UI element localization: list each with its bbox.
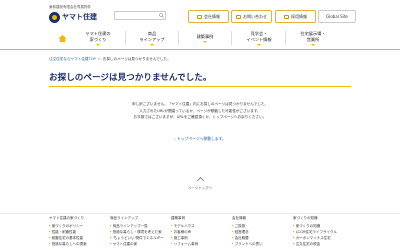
search-icon[interactable] — [159, 13, 164, 18]
logo-text: ヤマト住建 — [62, 13, 97, 21]
error-message: 申し訳ございません。「ヤマト住建」内にお探しのページは見つかりませんでした。 入… — [49, 101, 351, 121]
error-line: お手数ではございますが、URLをご確認頂くか、トップページへお戻りください。 — [133, 115, 267, 119]
nav-divider — [125, 31, 126, 45]
nav-item-events[interactable]: 見学会・ イベント情報 — [238, 31, 280, 46]
footer-column: 会社情報 ご挨拶 経営理念 会社概要 ブランドへの思い — [232, 216, 290, 248]
nav-item-line1: 商品 — [147, 31, 157, 36]
breadcrumb: 注文住宅ならヤマト住建TOP > お探しのページは見つかりませんでした。 — [49, 57, 171, 62]
nav-item-cases[interactable]: 建築事例 — [185, 34, 225, 48]
nav-item-line2: ラインアップ — [139, 37, 165, 42]
logo-mark-icon — [49, 12, 60, 23]
caret-down-icon — [96, 44, 100, 46]
footer-column: 建築事例 モデルハウス お客様の声 施工事例 リフォーム事例 — [171, 216, 229, 248]
breadcrumb-separator: > — [97, 57, 101, 61]
nav-item-showrooms[interactable]: 住宅展示場・ 営業所 — [291, 31, 335, 46]
company-info-button[interactable]: 会社情報 — [188, 10, 229, 23]
global-site-label: Global Site — [326, 14, 348, 19]
footer-link[interactable]: ヤマト住建の家 — [110, 241, 168, 247]
company-info-label: 会社情報 — [204, 14, 220, 19]
nav-item-line2: 家づくり — [89, 37, 107, 42]
recruit-label: 採用情報 — [291, 14, 307, 19]
page-title: お探しのページは見つかりませんでした。 — [49, 73, 212, 83]
nav-item-house-building[interactable]: ヤマト住建の 家づくり — [78, 31, 118, 46]
nav-item-line1: 建築事例 — [196, 34, 214, 39]
caret-down-icon — [257, 44, 261, 46]
arrow-up-icon — [196, 176, 204, 185]
person-icon — [284, 15, 289, 19]
breadcrumb-current: お探しのページは見つかりませんでした。 — [102, 57, 171, 61]
mail-icon — [236, 15, 241, 19]
footer-link[interactable]: 注文住宅の税金 — [293, 241, 351, 247]
footer-column: ヤマト住建の家づくり 家づくりのポリシー 性能・耐震性能 耐震住宅の基本性能 快… — [49, 216, 107, 248]
caret-down-icon — [203, 41, 207, 43]
page: 東和建設有限会社専属物件 ヤマト住建 会社情報 お問い合わせ 採用情報 Glob… — [0, 0, 400, 250]
nav-item-lineup[interactable]: 商品 ラインアップ — [132, 31, 172, 46]
footer-column: 家づくりの知識 家づくりの知識 LCCM住宅ライフサイクル カーボンマイナス住宅… — [293, 216, 351, 248]
recruit-button[interactable]: 採用情報 — [275, 10, 316, 23]
nav-item-line1: ヤマト住建の — [85, 31, 111, 36]
footer-heading[interactable]: ヤマト住建の家づくり — [49, 216, 107, 222]
search-input[interactable] — [114, 11, 166, 20]
footer-heading[interactable]: 建築事例 — [171, 216, 229, 222]
contact-label: お問い合わせ — [243, 14, 267, 19]
footer-heading[interactable]: 商品ラインアップ — [110, 216, 168, 222]
chevron-right-icon: › — [174, 136, 176, 141]
caret-down-icon — [311, 44, 315, 46]
header: 東和建設有限会社専属物件 ヤマト住建 会社情報 お問い合わせ 採用情報 Glob… — [0, 0, 400, 27]
top-page-link-label: トップページへ移動します。 — [176, 136, 226, 141]
nav-divider — [178, 31, 179, 45]
page-top-button[interactable]: ページトップへ — [180, 176, 220, 190]
home-icon[interactable] — [58, 34, 67, 43]
footer-link[interactable]: ブランドへの思い — [232, 241, 290, 247]
footer-heading[interactable]: 家づくりの知識 — [293, 216, 351, 222]
nav-divider — [285, 31, 286, 45]
contact-button[interactable]: お問い合わせ — [231, 10, 272, 23]
footer-link[interactable]: リフォーム事例 — [171, 241, 229, 247]
global-site-button[interactable]: Global Site — [318, 10, 356, 23]
tagline: 東和建設有限会社専属物件 — [49, 5, 91, 9]
footer-column: 商品ラインアップ 商品ラインアップ一覧 快適な暮らし・環境を考えた家 'ちょうど… — [110, 216, 168, 248]
title-underline — [49, 86, 351, 87]
nav-item-line1: 見学会・ — [250, 31, 268, 36]
nav-item-line2: イベント情報 — [246, 37, 272, 42]
main-nav: ヤマト住建の 家づくり 商品 ラインアップ 建築事例 見学会・ イベント情報 住宅展示… — [0, 27, 400, 50]
top-page-link[interactable]: › トップページへ移動します。 — [49, 136, 351, 142]
footer-heading[interactable]: 会社情報 — [232, 216, 290, 222]
footer-link[interactable]: 快適な暮らしへの提案 — [49, 241, 107, 247]
breadcrumb-home-link[interactable]: 注文住宅ならヤマト住建TOP — [49, 57, 96, 61]
page-top-label: ページトップへ — [188, 186, 212, 190]
nav-item-line1: 住宅展示場・ — [300, 31, 326, 36]
nav-divider — [231, 31, 232, 45]
caret-down-icon — [150, 44, 154, 46]
building-icon — [197, 15, 202, 19]
nav-item-line2: 営業所 — [306, 37, 320, 42]
logo[interactable]: 東和建設有限会社専属物件 ヤマト住建 — [49, 5, 119, 27]
